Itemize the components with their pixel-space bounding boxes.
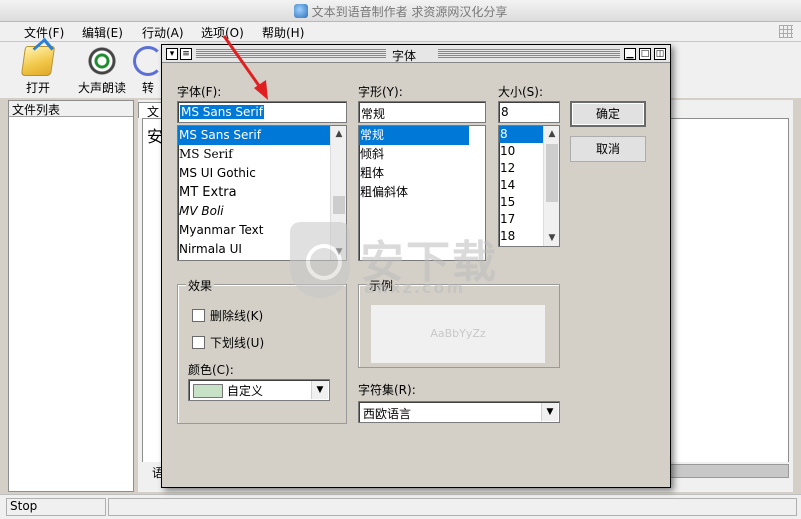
style-item[interactable]: 常规 [359,126,469,145]
underline-label: 下划线(U) [210,336,265,350]
color-select-value: 自定义 [227,384,264,398]
file-list-header: 文件列表 [9,101,133,117]
font-item[interactable]: MV Boli [178,202,346,221]
window-title: 文本到语音制作者 求资源网汉化分享 [311,5,508,19]
strikeout-checkbox[interactable]: 删除线(K) [192,307,263,324]
title-stripes-right [438,49,620,59]
title-stripes-left [196,49,386,59]
status-bar: Stop [0,494,801,519]
size-input[interactable]: 8 [498,101,560,123]
speak-button[interactable]: 大声朗读 [74,46,130,96]
scroll-up-icon[interactable]: ▲ [331,126,346,142]
effects-label: 效果 [186,277,215,294]
cancel-button[interactable]: 取消 [570,136,646,162]
color-select[interactable]: 自定义 ▼ [188,379,330,401]
chevron-down-icon[interactable]: ▼ [311,381,328,399]
app-icon [293,4,308,18]
size-item[interactable]: 8 [499,126,543,143]
restore-icon[interactable]: ◫ [654,48,666,60]
size-list-scrollbar[interactable]: ▲ ▼ [543,126,559,246]
sample-preview: AaBbYyZz [371,305,545,363]
menu-help[interactable]: 帮助(H) [260,24,306,41]
dialog-titlebar: ▾ ≡ 字体 ▁ □ ◫ [162,45,670,63]
style-input-value: 常规 [361,107,386,121]
charset-select[interactable]: 西欧语言 ▼ [358,401,560,423]
speaker-icon [87,46,117,76]
charset-select-value: 西欧语言 [363,407,412,421]
open-folder-icon [20,46,56,76]
size-input-value: 8 [501,105,509,119]
style-label: 字形(Y): [358,85,403,99]
checkbox-icon [192,336,205,349]
ok-button[interactable]: 确定 [570,101,646,127]
style-input[interactable]: 常规 [358,101,486,123]
dialog-sysmenu-icon[interactable]: ≡ [180,48,192,60]
progress-bar [662,464,789,478]
main-tab[interactable]: 文 [138,102,162,119]
font-item[interactable]: MS Sans Serif [178,126,346,145]
speak-button-label: 大声朗读 [77,81,126,95]
color-label: 颜色(C): [188,363,234,377]
scroll-down-icon[interactable]: ▼ [544,230,559,246]
color-select-value-wrap: 自定义 [193,382,263,399]
status-cell [108,498,797,516]
strikeout-label: 删除线(K) [210,309,264,323]
open-button-label: 打开 [25,81,50,95]
scroll-thumb[interactable] [546,144,558,202]
charset-label: 字符集(R): [358,383,416,397]
color-swatch [193,384,223,398]
dialog-menu-icon[interactable]: ▾ [166,48,178,60]
style-item[interactable]: 粗偏斜体 [359,183,485,202]
checkbox-icon [192,309,205,322]
font-label: 字体(F): [177,85,222,99]
window-title-wrap: 文本到语音制作者 求资源网汉化分享 [0,3,801,20]
font-item[interactable]: MS Serif [178,145,346,164]
menu-edit[interactable]: 编辑(E) [80,24,125,41]
font-input-value: MS Sans Serif [180,105,264,119]
shield-icon [290,222,350,298]
convert-icon [133,46,163,76]
file-list-panel[interactable]: 文件列表 [8,100,134,492]
dialog-title: 字体 [392,49,417,63]
menu-grip-icon [779,25,793,38]
font-item[interactable]: MT Extra [178,183,346,202]
open-button[interactable]: 打开 [10,46,66,96]
chevron-down-icon[interactable]: ▼ [541,403,558,421]
font-item[interactable]: MS UI Gothic [178,164,346,183]
scroll-up-icon[interactable]: ▲ [544,126,559,142]
underline-checkbox[interactable]: 下划线(U) [192,334,264,351]
style-item[interactable]: 粗体 [359,164,485,183]
window-titlebar: 文本到语音制作者 求资源网汉化分享 [0,0,801,22]
font-input[interactable]: MS Sans Serif [177,101,347,123]
menu-options[interactable]: 选项(O) [199,24,246,41]
watermark-url: anxz.com [364,278,466,297]
status-text: Stop [6,498,106,516]
maximize-icon[interactable]: □ [639,48,651,60]
size-label: 大小(S): [498,85,544,99]
watermark: 安下载 anxz.com [290,222,530,312]
scroll-thumb[interactable] [333,196,345,214]
menu-bar: 文件(F) 编辑(E) 行动(A) 选项(O) 帮助(H) [0,22,801,42]
style-item[interactable]: 倾斜 [359,145,485,164]
minimize-icon[interactable]: ▁ [624,48,636,60]
menu-action[interactable]: 行动(A) [140,24,186,41]
